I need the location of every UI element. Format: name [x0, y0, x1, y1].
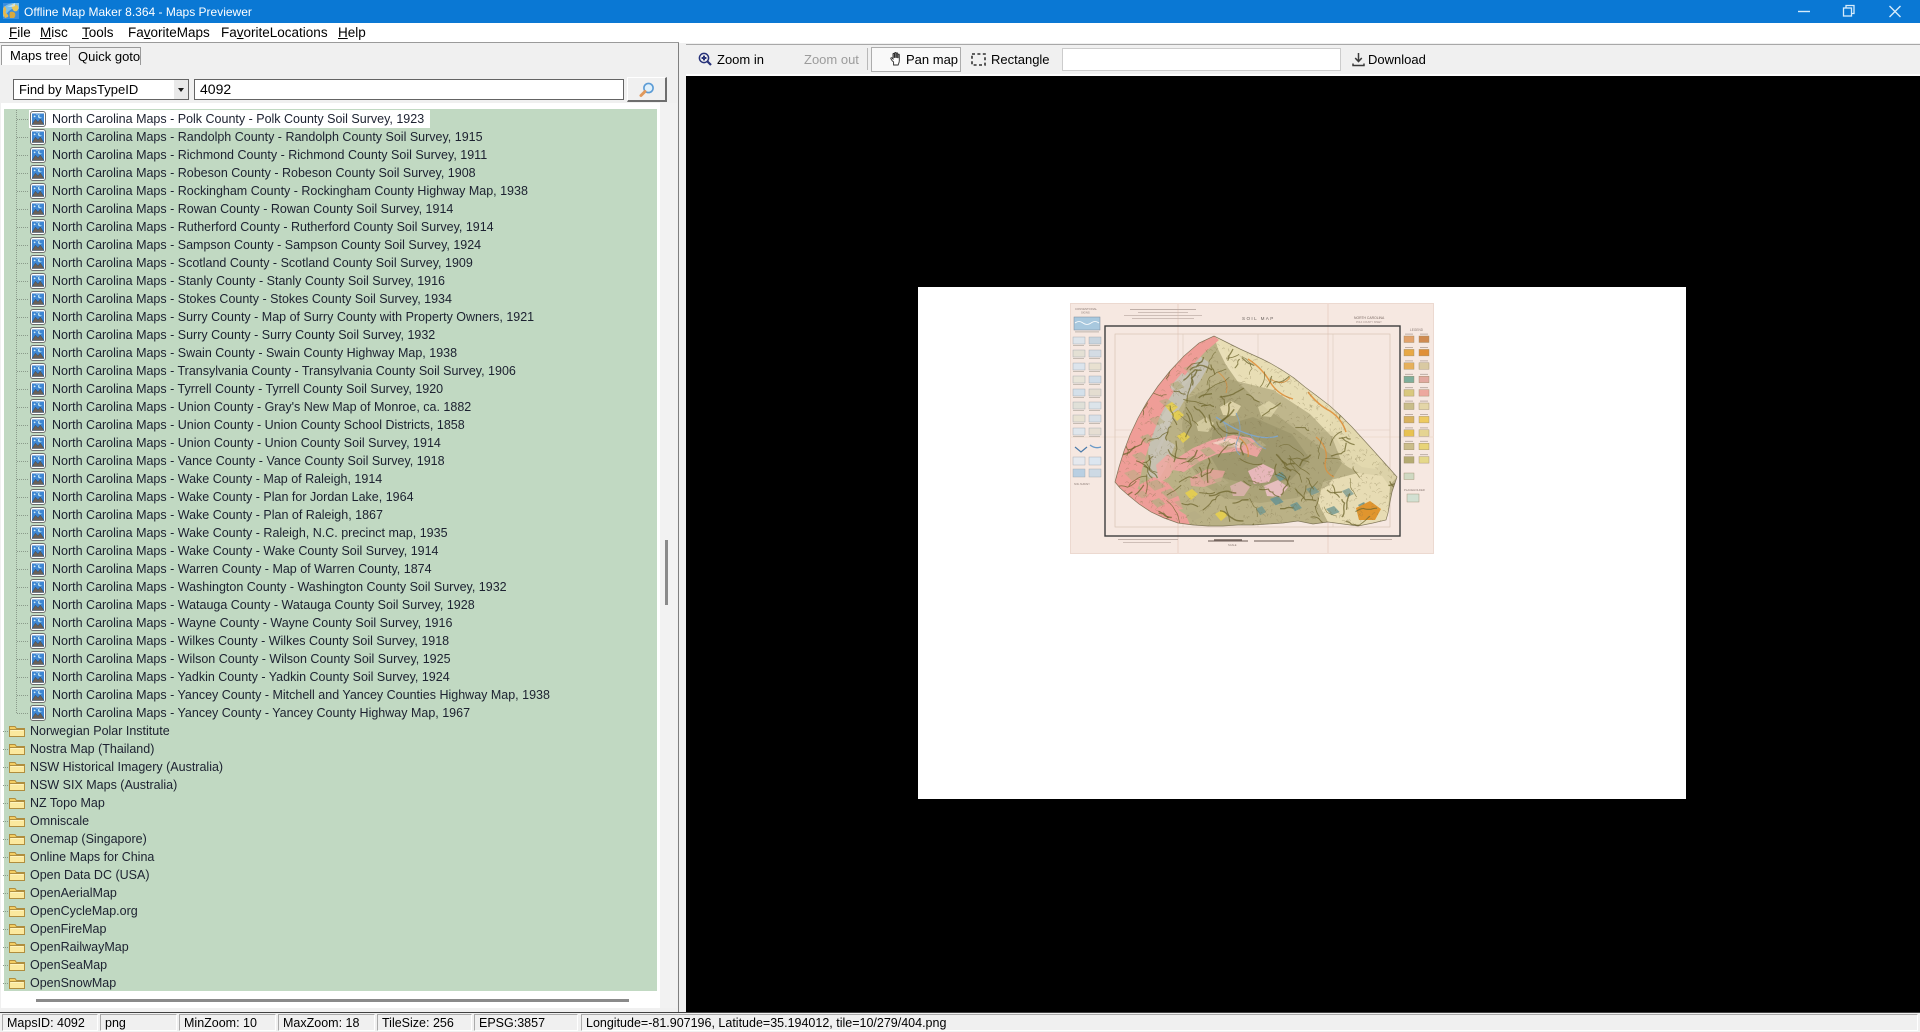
- svg-text:POLK COUNTY SHEET: POLK COUNTY SHEET: [1356, 321, 1382, 324]
- svg-text:SOIL SURVEY: SOIL SURVEY: [1074, 483, 1090, 486]
- svg-text:SOIL MAP: SOIL MAP: [1242, 316, 1275, 321]
- svg-text:NORTH CAROLINA: NORTH CAROLINA: [1354, 316, 1385, 320]
- svg-text:SIGNS: SIGNS: [1081, 311, 1090, 315]
- svg-text:SCALE: SCALE: [1228, 543, 1237, 547]
- svg-text:PLACEHOLDER: PLACEHOLDER: [1404, 488, 1425, 492]
- svg-text:LEGEND: LEGEND: [1410, 328, 1424, 332]
